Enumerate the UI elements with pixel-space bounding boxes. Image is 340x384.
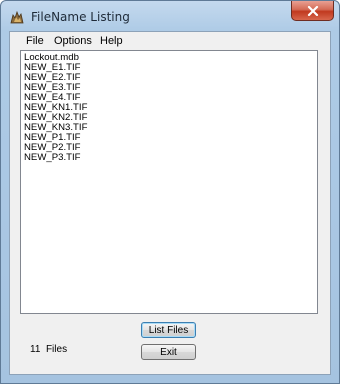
menu-help[interactable]: Help bbox=[100, 35, 123, 47]
app-window: FileName Listing File Options Help Locko… bbox=[0, 0, 340, 384]
app-icon[interactable] bbox=[9, 9, 25, 25]
close-button[interactable] bbox=[291, 1, 334, 21]
list-files-button[interactable]: List Files bbox=[141, 322, 196, 338]
file-count-value: 11 bbox=[30, 344, 41, 355]
list-item[interactable]: NEW_P3.TIF bbox=[24, 153, 81, 163]
exit-button[interactable]: Exit bbox=[141, 344, 196, 360]
file-list[interactable]: Lockout.mdb NEW_E1.TIF NEW_E2.TIF NEW_E3… bbox=[20, 50, 318, 314]
file-count-unit: Files bbox=[45, 344, 68, 355]
title-bar[interactable]: FileName Listing bbox=[1, 1, 339, 31]
menu-options[interactable]: Options bbox=[54, 35, 92, 47]
window-title: FileName Listing bbox=[31, 10, 130, 24]
menu-bar: File Options Help bbox=[10, 32, 330, 50]
file-count: 11 Files bbox=[30, 344, 67, 355]
menu-file[interactable]: File bbox=[26, 35, 44, 47]
client-area: File Options Help Lockout.mdb NEW_E1.TIF… bbox=[9, 31, 331, 375]
close-icon bbox=[307, 5, 318, 16]
